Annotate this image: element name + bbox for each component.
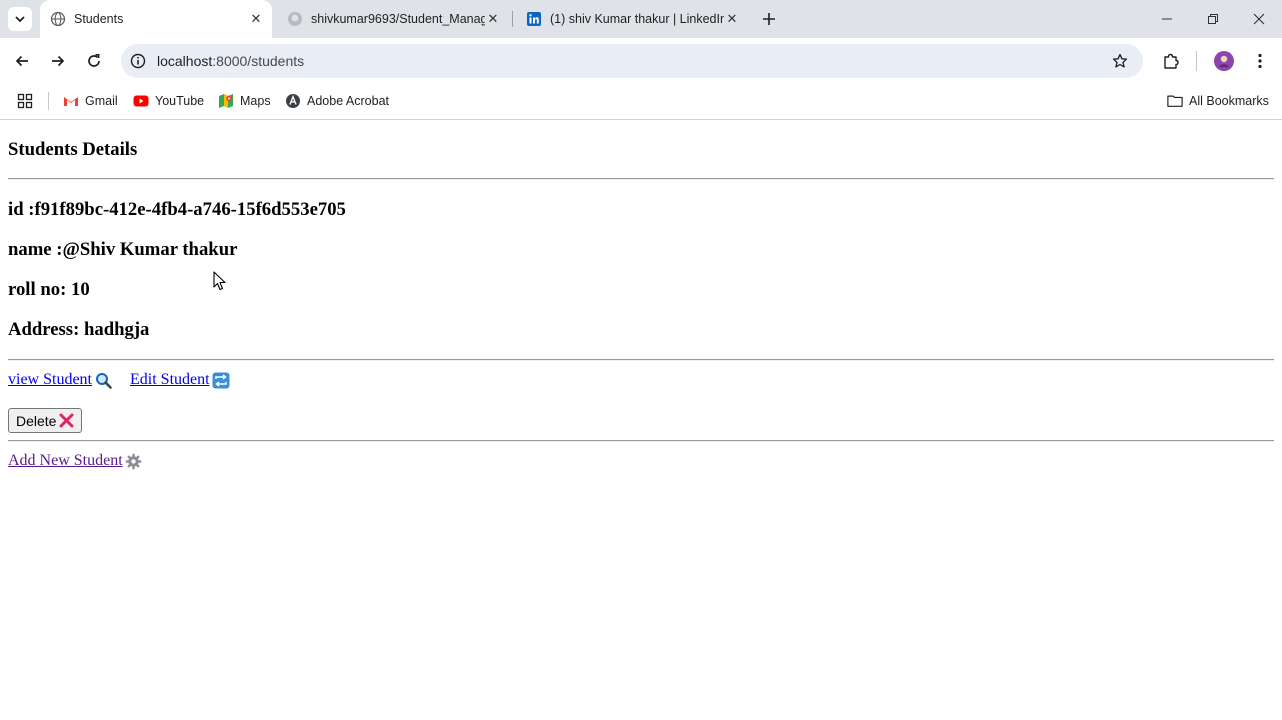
arrow-left-icon xyxy=(15,55,28,67)
restore-icon xyxy=(1208,14,1218,24)
tab-title: shivkumar9693/Student_Management xyxy=(311,12,485,26)
all-bookmarks-label: All Bookmarks xyxy=(1189,94,1269,108)
all-bookmarks-button[interactable]: All Bookmarks xyxy=(1167,90,1269,112)
url-text[interactable]: localhost:8000/students xyxy=(157,53,304,69)
apps-grid-icon xyxy=(17,93,33,109)
gmail-icon xyxy=(64,97,78,106)
close-window-button[interactable] xyxy=(1236,0,1282,38)
apps-button[interactable] xyxy=(17,90,33,112)
add-new-student-link[interactable]: Add New Student xyxy=(8,452,143,470)
tab-search-button[interactable] xyxy=(8,7,32,31)
profile-avatar[interactable] xyxy=(1213,50,1235,72)
repeat-icon xyxy=(212,371,230,389)
tab-linkedin[interactable]: (1) shiv Kumar thakur | LinkedIn ✕ xyxy=(516,0,748,38)
tab-title: Students xyxy=(74,12,124,26)
bookmark-star-icon[interactable] xyxy=(1111,52,1129,70)
back-button[interactable] xyxy=(11,50,33,72)
reload-button[interactable] xyxy=(83,50,105,72)
edit-student-label: Edit Student xyxy=(130,371,210,388)
linkedin-icon xyxy=(527,12,541,26)
student-name: name :@Shiv Kumar thakur xyxy=(8,239,238,260)
cross-mark-icon xyxy=(58,413,74,429)
address-bar[interactable]: localhost:8000/students xyxy=(121,44,1143,78)
github-icon xyxy=(288,12,302,26)
more-vertical-icon xyxy=(1258,53,1262,69)
mouse-cursor-icon xyxy=(213,271,226,291)
bookmark-label: Gmail xyxy=(85,94,118,108)
delete-label: Delete xyxy=(16,412,57,429)
close-tab-icon[interactable]: ✕ xyxy=(248,11,264,27)
bookmarks-separator xyxy=(48,92,49,110)
close-tab-icon[interactable]: ✕ xyxy=(485,11,501,27)
restore-button[interactable] xyxy=(1190,0,1236,38)
tab-github[interactable]: shivkumar9693/Student_Management ✕ xyxy=(277,0,509,38)
bookmarks-bar: Gmail YouTube Maps Adobe Acrobat All Boo… xyxy=(0,84,1282,120)
folder-icon xyxy=(1167,95,1183,107)
divider xyxy=(8,440,1274,442)
tab-title: (1) shiv Kumar thakur | LinkedIn xyxy=(550,12,724,26)
view-student-label: view Student xyxy=(8,371,92,388)
forward-button[interactable] xyxy=(47,50,69,72)
edit-student-link[interactable]: Edit Student xyxy=(130,371,230,389)
bookmark-youtube[interactable]: YouTube xyxy=(133,90,204,112)
minimize-icon xyxy=(1162,18,1172,20)
youtube-icon xyxy=(133,95,149,107)
avatar-icon xyxy=(1214,51,1234,71)
arrow-right-icon xyxy=(52,55,65,67)
acrobat-icon xyxy=(286,94,300,108)
divider xyxy=(8,178,1274,180)
close-icon xyxy=(1253,13,1265,25)
gear-icon xyxy=(125,452,143,470)
extensions-button[interactable] xyxy=(1160,50,1182,72)
browser-toolbar: localhost:8000/students xyxy=(0,38,1282,84)
toolbar-separator xyxy=(1196,51,1197,71)
add-new-student-label: Add New Student xyxy=(8,452,123,469)
maps-icon xyxy=(219,94,233,108)
tab-strip: Students ✕ shivkumar9693/Student_Managem… xyxy=(0,0,1282,38)
reload-icon xyxy=(88,53,100,67)
delete-button[interactable]: Delete xyxy=(8,408,83,433)
plus-icon xyxy=(763,13,775,25)
minimize-button[interactable] xyxy=(1144,0,1190,38)
chevron-down-icon xyxy=(15,16,25,23)
bookmark-maps[interactable]: Maps xyxy=(218,90,271,112)
browser-menu-button[interactable] xyxy=(1249,50,1271,72)
view-student-link[interactable]: view Student xyxy=(8,371,112,389)
magnifier-icon xyxy=(94,371,112,389)
url-host: localhost xyxy=(157,53,213,69)
close-tab-icon[interactable]: ✕ xyxy=(724,11,740,27)
student-address: Address: hadhgja xyxy=(8,319,150,340)
bookmark-gmail[interactable]: Gmail xyxy=(63,90,118,112)
tab-students[interactable]: Students ✕ xyxy=(40,0,272,38)
site-info-icon[interactable] xyxy=(129,52,147,70)
bookmark-acrobat[interactable]: Adobe Acrobat xyxy=(285,90,389,112)
bookmark-label: YouTube xyxy=(155,94,205,108)
bookmark-label: Adobe Acrobat xyxy=(307,94,390,108)
student-id: id :f91f89bc-412e-4fb4-a746-15f6d553e705 xyxy=(8,199,346,220)
puzzle-icon xyxy=(1164,53,1179,69)
tab-separator xyxy=(512,11,513,27)
url-path: :8000/students xyxy=(212,53,305,69)
new-tab-button[interactable] xyxy=(759,9,779,29)
page-title: Students Details xyxy=(8,139,138,160)
page-content: Students Details id :f91f89bc-412e-4fb4-… xyxy=(0,120,1282,720)
student-roll-no: roll no: 10 xyxy=(8,279,90,300)
globe-icon xyxy=(50,11,66,27)
bookmark-label: Maps xyxy=(240,94,271,108)
divider xyxy=(8,359,1274,361)
